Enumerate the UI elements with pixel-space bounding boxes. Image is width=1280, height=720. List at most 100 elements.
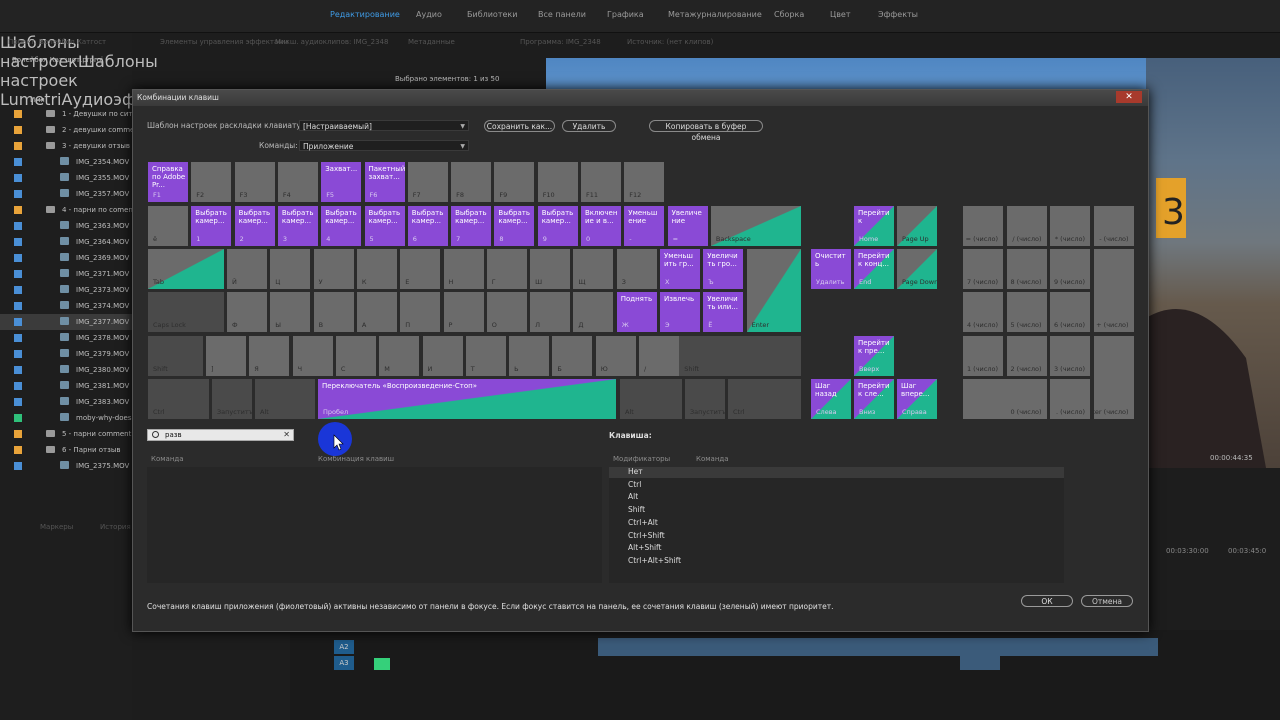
key-о[interactable]: О: [486, 292, 527, 332]
key-й[interactable]: Й: [227, 249, 267, 289]
workspace-tab-1[interactable]: Аудио: [416, 10, 442, 19]
key-д[interactable]: Д: [573, 292, 614, 332]
project-item[interactable]: IMG_2381.MOV: [0, 378, 132, 394]
key-5[interactable]: Выбрать камер... 5: [364, 206, 405, 246]
key-f8[interactable]: F8: [451, 162, 492, 202]
commands-select[interactable]: Приложение ▼: [299, 140, 469, 151]
key-е[interactable]: Е: [400, 249, 441, 289]
ok-button[interactable]: ОК: [1021, 595, 1073, 607]
effect-controls-tab[interactable]: Элементы управления эффектами: [160, 38, 288, 46]
key-4[interactable]: Выбрать камер... 4: [321, 206, 362, 246]
key-f5[interactable]: Захват... F5: [321, 162, 362, 202]
key-ш[interactable]: Ш: [530, 249, 571, 289]
project-item[interactable]: IMG_2354.MOV: [0, 154, 132, 170]
column-name-header[interactable]: Имя: [30, 96, 45, 104]
modifier-item[interactable]: Alt+Shift: [628, 543, 662, 552]
key-8[interactable]: Выбрать камер... 8: [494, 206, 535, 246]
key-н[interactable]: Н: [443, 249, 484, 289]
copy-clipboard-button[interactable]: Копировать в буфер обмена: [649, 120, 763, 142]
key-tab[interactable]: Tab: [148, 249, 224, 289]
project-item[interactable]: 6 - Парни отзыв: [0, 442, 132, 458]
key-key[interactable]: ]: [206, 336, 246, 376]
key-f10[interactable]: F10: [537, 162, 578, 202]
modifier-item[interactable]: Ctrl+Shift: [628, 531, 665, 540]
key-3[interactable]: Выбрать камер... 3: [277, 206, 318, 246]
key-п[interactable]: П: [400, 292, 441, 332]
delete-preset-button[interactable]: Удалить: [562, 120, 616, 132]
workspace-tab-2[interactable]: Библиотеки: [467, 10, 517, 19]
key-f2[interactable]: F2: [191, 162, 232, 202]
key-9[interactable]: Выбрать камер... 9: [537, 206, 578, 246]
key-enter-число[interactable]: Enter (число): [1093, 336, 1134, 419]
key-а[interactable]: А: [356, 292, 397, 332]
key-ф[interactable]: Ф: [227, 292, 267, 332]
modifier-item[interactable]: Shift: [628, 505, 645, 514]
workspace-tab-5[interactable]: Метажурналирование: [668, 10, 762, 19]
key-caps-lock[interactable]: Caps Lock: [148, 292, 224, 332]
project-item[interactable]: IMG_2380.MOV: [0, 362, 132, 378]
key-f12[interactable]: F12: [624, 162, 665, 202]
key-число[interactable]: - (число): [1093, 206, 1134, 246]
key-key[interactable]: Увеличе ние =: [667, 206, 708, 246]
key-з[interactable]: З: [616, 249, 657, 289]
save-as-button[interactable]: Сохранить как...: [484, 120, 555, 132]
project-item[interactable]: 4 - парни по comen: [0, 202, 132, 218]
project-item[interactable]: 5 - парни comment: [0, 426, 132, 442]
key-ы[interactable]: Ы: [270, 292, 311, 332]
key-6[interactable]: Выбрать камер... 6: [407, 206, 448, 246]
project-item[interactable]: IMG_2379.MOV: [0, 346, 132, 362]
key-f6[interactable]: Пакетный захват... F6: [364, 162, 405, 202]
command-column-header[interactable]: Команда: [151, 455, 184, 463]
key-б[interactable]: Б: [552, 336, 593, 376]
workspace-tab-6[interactable]: Сборка: [774, 10, 804, 19]
key-ъ[interactable]: Увеличи ть гро... Ъ: [703, 249, 744, 289]
key-4-число[interactable]: 4 (число): [963, 292, 1003, 332]
key-т[interactable]: Т: [465, 336, 506, 376]
key-3-число[interactable]: 3 (число): [1050, 336, 1090, 376]
search-input[interactable]: [165, 430, 275, 440]
key-пробел[interactable]: Переключатель «Воспроизведение-Стоп» Проб…: [318, 379, 616, 419]
project-item[interactable]: IMG_2383.MOV: [0, 394, 132, 410]
command-list[interactable]: [147, 467, 602, 583]
project-item[interactable]: IMG_2371.MOV: [0, 266, 132, 282]
key-ь[interactable]: Ь: [509, 336, 550, 376]
history-tab[interactable]: История: [100, 523, 131, 531]
key-ё[interactable]: ё: [148, 206, 188, 246]
key-запуститъ[interactable]: Запуститъ: [685, 379, 725, 419]
project-item[interactable]: IMG_2355.MOV: [0, 170, 132, 186]
key-1[interactable]: Выбрать камер... 1: [191, 206, 232, 246]
key-0-число[interactable]: 0 (число): [963, 379, 1047, 419]
workspace-tab-0[interactable]: Редактирование: [330, 10, 400, 19]
project-item[interactable]: IMG_2364.MOV: [0, 234, 132, 250]
key-ю[interactable]: Ю: [595, 336, 636, 376]
preset-select[interactable]: [Настраиваемый] ▼: [299, 120, 469, 131]
key-и[interactable]: И: [422, 336, 463, 376]
key-с[interactable]: С: [335, 336, 376, 376]
key-enter[interactable]: Enter: [746, 249, 801, 332]
workspace-tab-4[interactable]: Графика: [607, 10, 644, 19]
project-tab[interactable]: Проект: Волейбол Катгост: [8, 38, 106, 46]
modifier-item[interactable]: Ctrl+Alt+Shift: [628, 556, 681, 565]
key-э[interactable]: Извлечь Э: [660, 292, 700, 332]
key-f9[interactable]: F9: [494, 162, 535, 202]
key-f1[interactable]: Справка по Adobe Pr... F1: [148, 162, 188, 202]
key-8-число[interactable]: 8 (число): [1006, 249, 1047, 289]
project-item[interactable]: IMG_2377.MOV: [0, 314, 132, 330]
modifier-item[interactable]: Alt: [628, 492, 638, 501]
key-shift[interactable]: Shift: [148, 336, 203, 376]
metadata-tab[interactable]: Метаданные: [408, 38, 455, 46]
audio-clip[interactable]: [960, 656, 1000, 670]
key-удалить[interactable]: Очистит ь Удалить: [811, 249, 851, 289]
key-end[interactable]: Перейти к конц... End: [854, 249, 894, 289]
key-page-down[interactable]: Page Down: [897, 249, 937, 289]
key-shift[interactable]: Shift: [679, 336, 801, 376]
modifier-item[interactable]: Ctrl+Alt: [628, 518, 658, 527]
key-запуститъ[interactable]: Запуститъ: [212, 379, 252, 419]
track-a2[interactable]: A2: [334, 640, 354, 654]
key-число[interactable]: / (число): [1006, 206, 1047, 246]
clear-search-icon[interactable]: ✕: [283, 430, 290, 439]
search-field[interactable]: ✕: [147, 429, 294, 441]
project-item[interactable]: IMG_2357.MOV: [0, 186, 132, 202]
key-ч[interactable]: Ч: [292, 336, 333, 376]
key-р[interactable]: Р: [443, 292, 484, 332]
